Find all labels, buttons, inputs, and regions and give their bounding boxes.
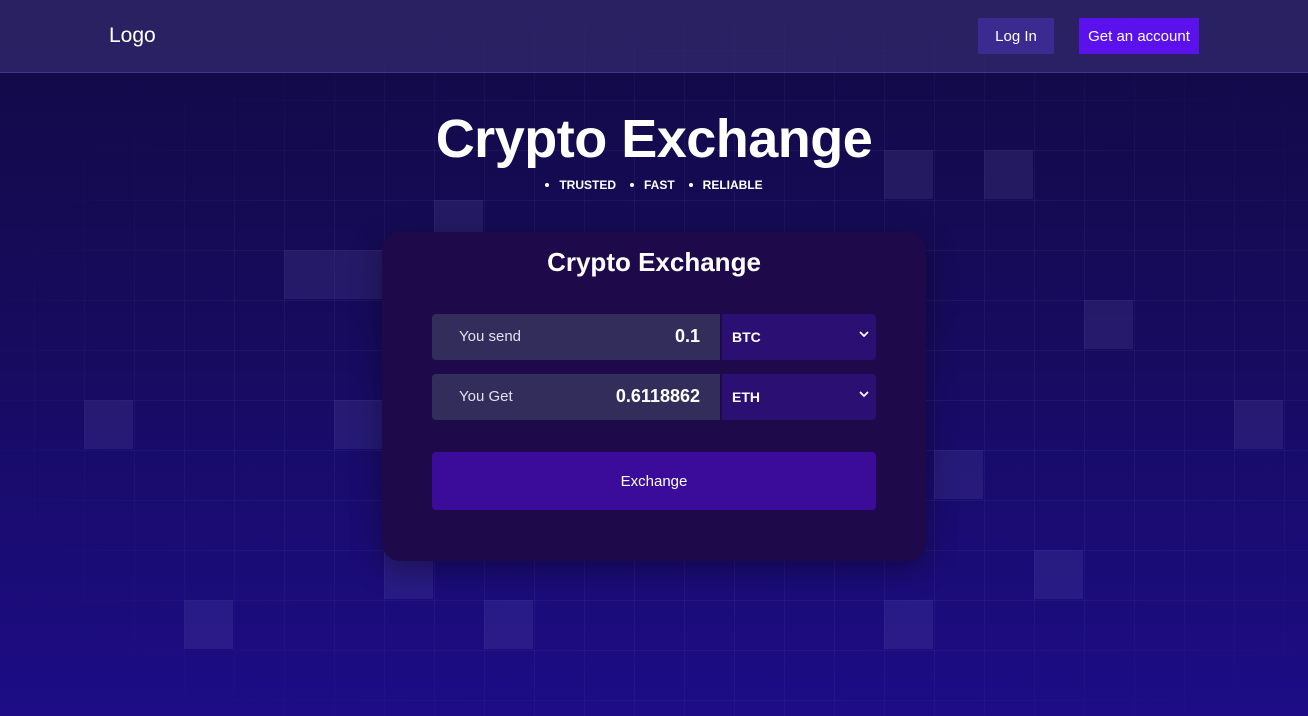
send-currency-select[interactable]: BTC (722, 314, 876, 360)
exchange-card: Crypto Exchange You send BTC You Get ETH… (382, 232, 926, 561)
send-amount-field[interactable]: You send (432, 314, 720, 360)
logo[interactable]: Logo (109, 24, 156, 48)
login-button[interactable]: Log In (978, 18, 1054, 54)
tagline-trusted: TRUSTED (545, 178, 616, 192)
bullet-icon (688, 183, 693, 187)
tagline-fast: FAST (630, 178, 675, 192)
exchange-card-title: Crypto Exchange (547, 247, 761, 277)
hero-taglines: TRUSTED FAST RELIABLE (0, 178, 1308, 192)
get-amount-input[interactable] (550, 386, 700, 407)
get-currency-value: ETH (732, 389, 760, 405)
bullet-icon (545, 183, 550, 187)
get-account-button[interactable]: Get an account (1079, 18, 1199, 54)
chevron-down-icon (859, 391, 869, 397)
get-currency-select[interactable]: ETH (722, 374, 876, 420)
tagline-reliable: RELIABLE (688, 178, 763, 192)
send-label: You send (459, 328, 522, 345)
send-currency-value: BTC (732, 329, 761, 345)
top-navbar: Logo Log In Get an account (0, 0, 1308, 73)
get-row: You Get ETH (432, 374, 876, 420)
exchange-button[interactable]: Exchange (432, 452, 876, 510)
get-label: You Get (459, 388, 513, 405)
hero-title: Crypto Exchange (435, 109, 873, 169)
chevron-down-icon (859, 331, 869, 337)
bullet-icon (630, 183, 634, 187)
send-amount-input[interactable] (550, 326, 700, 347)
get-amount-field[interactable]: You Get (432, 374, 720, 420)
send-row: You send BTC (432, 314, 876, 360)
